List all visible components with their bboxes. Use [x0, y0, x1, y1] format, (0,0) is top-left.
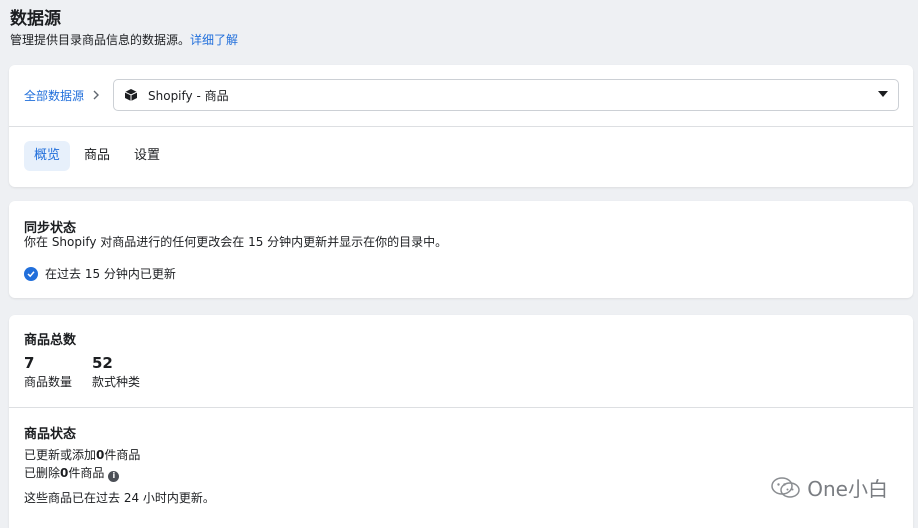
stat-value: 7 [24, 354, 35, 372]
tab-overview[interactable]: 概览 [24, 141, 71, 171]
chevron-right-icon [93, 90, 100, 100]
product-status-title: 商品状态 [24, 427, 77, 442]
deleted-line: 已删除0件商品 i [24, 464, 140, 482]
stat-product-count: 7 商品数量 [24, 353, 72, 391]
updated-suffix: 件商品 [104, 448, 141, 462]
breadcrumb-all-sources-link[interactable]: 全部数据源 [24, 87, 84, 104]
caret-down-icon [878, 91, 888, 97]
box-icon [124, 88, 138, 102]
watermark-text: One小白 [807, 477, 888, 501]
product-totals-title: 商品总数 [24, 333, 77, 348]
source-card: 全部数据源 Shopify - 商品 概览 商品 设置 [9, 65, 913, 187]
product-status-lines: 已更新或添加0件商品 已删除0件商品 i [24, 446, 140, 482]
page-subtitle: 管理提供目录商品信息的数据源。详细了解 [10, 31, 238, 49]
data-source-select[interactable]: Shopify - 商品 [113, 79, 899, 111]
sync-status-card: 同步状态 你在 Shopify 对商品进行的任何更改会在 15 分钟内更新并显示… [9, 201, 913, 298]
info-icon[interactable]: i [108, 470, 120, 482]
updated-prefix: 已更新或添加 [24, 448, 97, 462]
wechat-icon [771, 476, 801, 498]
deleted-prefix: 已删除 [24, 466, 61, 480]
check-circle-icon [24, 267, 38, 281]
stat-variant-count: 52 款式种类 [92, 353, 140, 391]
tab-products[interactable]: 商品 [74, 141, 120, 171]
tab-bar: 概览 商品 设置 [24, 141, 174, 171]
divider [9, 126, 913, 127]
deleted-suffix: 件商品 [68, 466, 105, 480]
stat-label: 商品数量 [24, 375, 73, 389]
tab-settings[interactable]: 设置 [124, 141, 170, 171]
stat-label: 款式种类 [92, 375, 141, 389]
product-status-footer: 这些商品已在过去 24 小时内更新。 [24, 491, 215, 505]
page-subtitle-text: 管理提供目录商品信息的数据源。 [10, 33, 191, 47]
watermark: One小白 [771, 473, 888, 502]
learn-more-link[interactable]: 详细了解 [190, 33, 238, 47]
breadcrumb: 全部数据源 [24, 79, 107, 111]
sync-status-description: 你在 Shopify 对商品进行的任何更改会在 15 分钟内更新并显示在你的目录… [24, 235, 448, 249]
sync-status-text: 在过去 15 分钟内已更新 [45, 267, 176, 281]
page-header: 数据源 管理提供目录商品信息的数据源。详细了解 [10, 8, 238, 49]
divider [9, 407, 913, 408]
updated-line: 已更新或添加0件商品 [24, 446, 140, 464]
data-source-select-value: Shopify - 商品 [148, 88, 229, 103]
page-title: 数据源 [10, 9, 61, 29]
sync-status-row: 在过去 15 分钟内已更新 [24, 265, 176, 283]
stat-value: 52 [92, 354, 113, 372]
